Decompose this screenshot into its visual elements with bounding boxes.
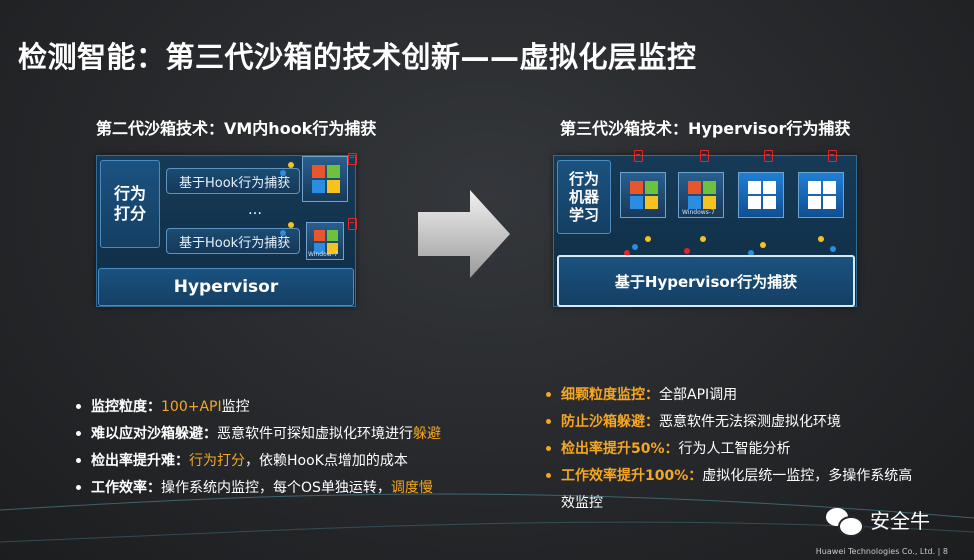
ml-box: 行为 机器 学习 bbox=[557, 160, 611, 234]
document-icon bbox=[828, 150, 837, 162]
score-box: 行为 打分 bbox=[100, 160, 160, 248]
event-dot bbox=[632, 244, 638, 250]
event-dot bbox=[280, 170, 286, 176]
event-dot bbox=[760, 242, 766, 248]
document-icon bbox=[700, 150, 709, 162]
event-dot bbox=[700, 236, 706, 242]
windows-tile-icon bbox=[798, 172, 844, 218]
list-item: 细颗粒度监控：全部API调用 bbox=[546, 382, 912, 409]
document-icon bbox=[348, 218, 357, 230]
document-icon bbox=[634, 150, 643, 162]
footer: Huawei Technologies Co., Ltd. | 8 bbox=[815, 547, 948, 556]
hypervisor-capture-bar: 基于Hypervisor行为捕获 bbox=[557, 255, 855, 307]
wechat-icon bbox=[826, 506, 864, 537]
windows-tile-icon bbox=[738, 172, 784, 218]
windows-xp-icon bbox=[302, 156, 348, 202]
hypervisor-bar: Hypervisor bbox=[98, 268, 354, 306]
windows-xp-icon bbox=[620, 172, 666, 218]
event-dot bbox=[288, 222, 294, 228]
list-item: 难以应对沙箱躲避：恶意软件可探知虚拟化环境进行躲避 bbox=[76, 421, 441, 448]
event-dot bbox=[280, 230, 286, 236]
right-heading: 第三代沙箱技术：Hypervisor行为捕获 bbox=[560, 119, 851, 138]
arrow-right-icon bbox=[418, 190, 510, 278]
event-dot bbox=[645, 236, 651, 242]
page-title: 检测智能：第三代沙箱的技术创新——虚拟化层监控 bbox=[18, 40, 697, 74]
left-heading: 第二代沙箱技术：VM内hook行为捕获 bbox=[96, 119, 377, 138]
windows-7-icon: Window-7 bbox=[306, 222, 344, 260]
event-dot bbox=[818, 236, 824, 242]
event-dot bbox=[830, 246, 836, 252]
ellipsis: … bbox=[248, 202, 262, 218]
wechat-watermark: 安全牛 bbox=[826, 505, 930, 537]
windows-7-icon: Windows-7 bbox=[678, 172, 724, 218]
event-dot bbox=[288, 162, 294, 168]
list-item: 监控粒度：100+API监控 bbox=[76, 394, 441, 421]
document-icon bbox=[348, 153, 357, 165]
list-item: 防止沙箱躲避：恶意软件无法探测虚拟化环境 bbox=[546, 409, 912, 436]
event-dot bbox=[684, 248, 690, 254]
document-icon bbox=[764, 150, 773, 162]
list-item: 检出率提升50%：行为人工智能分析 bbox=[546, 436, 912, 463]
